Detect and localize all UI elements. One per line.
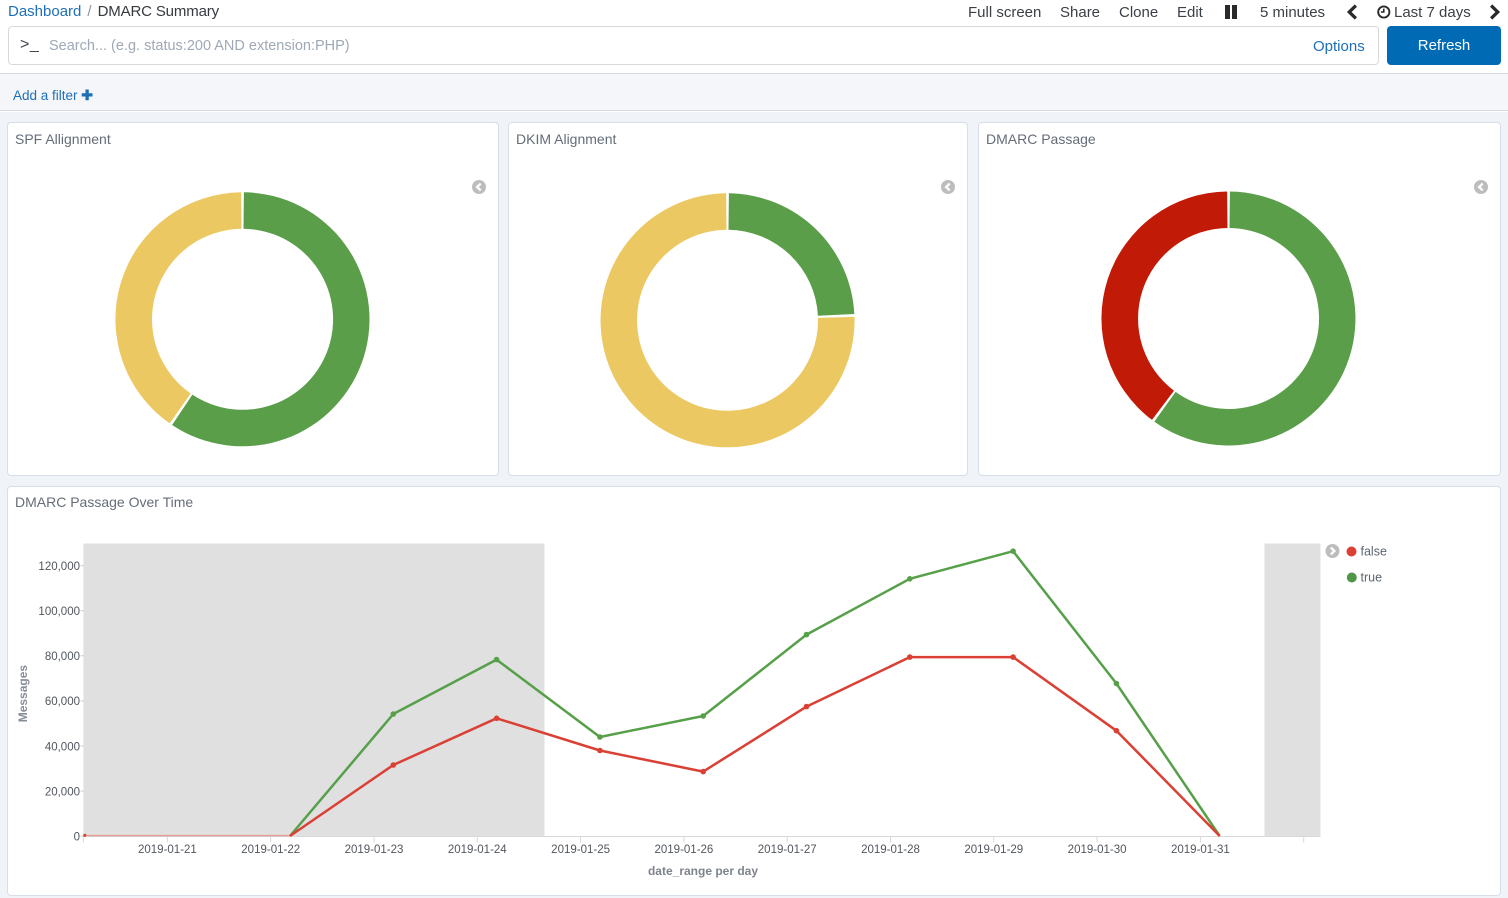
- svg-text:2019-01-29: 2019-01-29: [964, 844, 1023, 856]
- svg-text:2019-01-23: 2019-01-23: [345, 844, 404, 856]
- svg-text:2019-01-22: 2019-01-22: [241, 844, 300, 856]
- svg-text:date_range per day: date_range per day: [648, 864, 758, 878]
- svg-text:2019-01-26: 2019-01-26: [654, 844, 713, 856]
- svg-text:60,000: 60,000: [45, 696, 80, 708]
- svg-text:40,000: 40,000: [45, 741, 80, 753]
- svg-text:2019-01-28: 2019-01-28: [861, 844, 920, 856]
- svg-text:false: false: [1361, 545, 1387, 559]
- svg-text:2019-01-31: 2019-01-31: [1171, 844, 1230, 856]
- svg-text:2019-01-21: 2019-01-21: [138, 844, 197, 856]
- svg-text:2019-01-30: 2019-01-30: [1068, 844, 1127, 856]
- svg-text:100,000: 100,000: [38, 606, 80, 618]
- svg-text:2019-01-27: 2019-01-27: [758, 844, 817, 856]
- svg-text:120,000: 120,000: [38, 561, 80, 573]
- svg-text:0: 0: [74, 832, 80, 844]
- svg-text:Messages: Messages: [16, 665, 30, 723]
- svg-text:2019-01-25: 2019-01-25: [551, 844, 610, 856]
- svg-text:true: true: [1361, 571, 1383, 585]
- svg-text:2019-01-24: 2019-01-24: [448, 844, 507, 856]
- svg-text:20,000: 20,000: [45, 786, 80, 798]
- svg-text:80,000: 80,000: [45, 651, 80, 663]
